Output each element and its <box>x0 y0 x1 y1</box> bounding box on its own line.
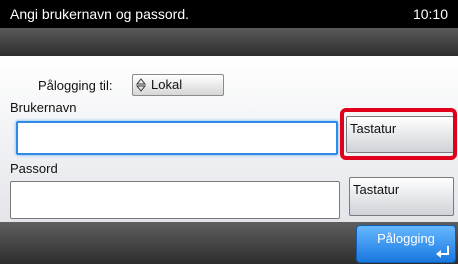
password-keyboard-button[interactable]: Tastatur <box>349 177 454 216</box>
page-title: Angi brukernavn og passord. <box>10 6 189 22</box>
username-field[interactable] <box>16 121 338 155</box>
login-destination-select[interactable]: Lokal <box>132 74 224 96</box>
clock: 10:10 <box>412 6 448 22</box>
enter-icon <box>436 246 449 258</box>
login-button[interactable]: Pålogging <box>356 225 456 263</box>
toolbar <box>0 28 458 56</box>
login-destination-value: Lokal <box>151 77 183 92</box>
highlight-callout <box>340 108 457 160</box>
title-bar: Angi brukernavn og passord. 10:10 <box>0 0 458 28</box>
up-down-arrows-icon <box>136 78 146 92</box>
login-destination-label: Pålogging til: <box>38 78 113 93</box>
password-label: Passord <box>10 161 58 176</box>
password-field[interactable] <box>10 181 340 219</box>
username-label: Brukernavn <box>10 100 77 115</box>
login-button-label: Pålogging <box>377 231 435 246</box>
